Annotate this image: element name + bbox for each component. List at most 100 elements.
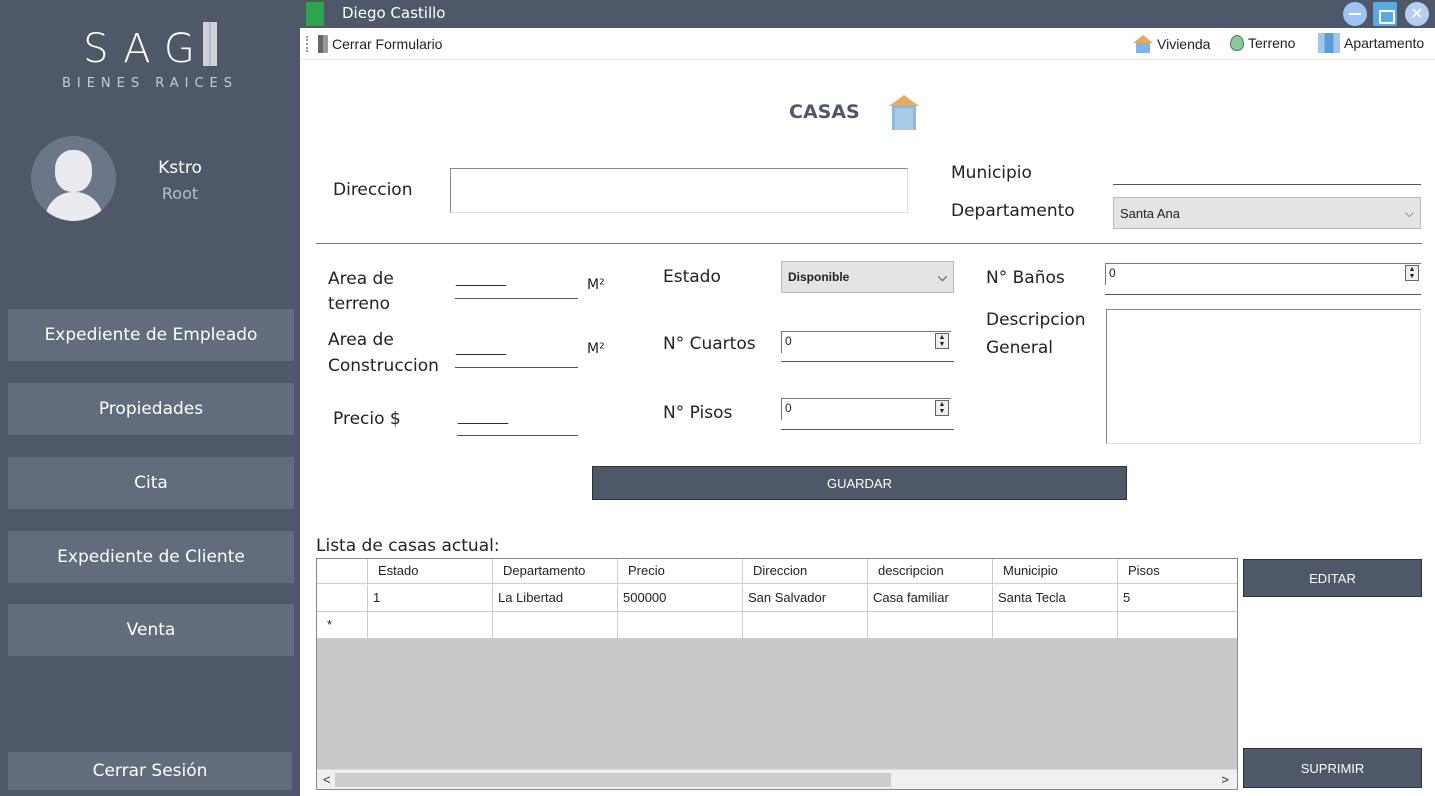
stepper-arrows-icon[interactable]: ▲ ▼ <box>935 400 949 416</box>
departamento-value: Santa Ana <box>1120 205 1180 221</box>
scroll-right-icon[interactable]: > <box>1221 772 1229 787</box>
table-cell[interactable]: 500000 <box>618 585 743 612</box>
app-icon <box>306 2 324 26</box>
column-header[interactable]: Direccion <box>743 559 868 584</box>
terreno-button[interactable]: Terreno <box>1230 35 1295 51</box>
separator <box>316 243 1422 244</box>
departamento-select[interactable]: Santa Ana ⌵ <box>1113 197 1421 229</box>
area-construccion-input[interactable] <box>455 367 578 368</box>
column-header[interactable]: Municipio <box>993 559 1118 584</box>
logo-building-icon <box>202 22 217 66</box>
municipio-input[interactable] <box>1113 184 1421 185</box>
avatar <box>31 136 116 221</box>
building-icon <box>318 35 328 53</box>
precio-input[interactable] <box>457 435 578 436</box>
column-header[interactable]: Departamento <box>493 559 618 584</box>
tree-icon <box>1230 35 1244 51</box>
table-cell[interactable] <box>993 612 1118 639</box>
banos-stepper[interactable]: 0 ▲ ▼ <box>1105 263 1421 285</box>
close-form-button[interactable]: Cerrar Formulario <box>318 35 442 53</box>
chevron-down-icon: ⌵ <box>937 269 947 284</box>
pisos-underline <box>781 429 954 430</box>
area-construccion-label-2: Construccion <box>328 356 439 376</box>
nav-expediente-empleado-button[interactable]: Expediente de Empleado <box>8 309 294 361</box>
descripcion-label-2: General <box>986 338 1053 358</box>
descripcion-textarea[interactable] <box>1106 309 1421 444</box>
logout-button[interactable]: Cerrar Sesión <box>8 752 292 790</box>
table-new-row[interactable]: * <box>317 612 1237 639</box>
area-terreno-unit: M² <box>587 277 605 293</box>
table-cell[interactable] <box>743 612 868 639</box>
table-cell[interactable]: Casa familiar <box>868 585 993 612</box>
nav-venta-button[interactable]: Venta <box>8 604 294 656</box>
pisos-label: N° Pisos <box>663 403 733 423</box>
toolbar: Cerrar Formulario Vivienda Terreno Apart… <box>300 28 1435 60</box>
close-form-label: Cerrar Formulario <box>332 36 443 52</box>
scrollbar-thumb[interactable] <box>335 773 891 787</box>
house-icon <box>1133 35 1153 53</box>
close-icon[interactable]: ✕ <box>1405 2 1429 26</box>
table-cell[interactable] <box>368 612 493 639</box>
column-header[interactable]: Pisos <box>1118 559 1237 584</box>
table-cell[interactable] <box>493 612 618 639</box>
scroll-left-icon[interactable]: < <box>323 772 331 787</box>
table-cell[interactable] <box>618 612 743 639</box>
cuartos-label: N° Cuartos <box>663 334 756 354</box>
estado-value: Disponible <box>788 270 850 284</box>
stepper-arrows-icon[interactable]: ▲ ▼ <box>935 333 949 349</box>
precio-label: Precio $ <box>333 409 401 429</box>
horizontal-scrollbar[interactable]: < > <box>317 769 1237 789</box>
banos-underline <box>1105 294 1421 295</box>
departamento-label: Departamento <box>951 201 1075 221</box>
area-terreno-input[interactable] <box>455 298 578 299</box>
area-construccion-label-1: Area de <box>328 330 394 350</box>
column-header[interactable]: descripcion <box>868 559 993 584</box>
table-cell[interactable] <box>1118 612 1237 639</box>
table-cell[interactable]: La Libertad <box>493 585 618 612</box>
sidebar: SAG BIENES RAICES Kstro Root Expediente … <box>0 0 300 796</box>
apartment-icon <box>1318 33 1340 53</box>
area-construccion-blank: ______ <box>456 339 507 356</box>
suprimir-button[interactable]: SUPRIMIR <box>1243 748 1422 788</box>
chevron-down-icon: ⌵ <box>1404 205 1414 220</box>
estado-select[interactable]: Disponible ⌵ <box>781 261 954 293</box>
user-role: Root <box>161 184 199 203</box>
table-cell[interactable] <box>868 612 993 639</box>
nav-expediente-cliente-button[interactable]: Expediente de Cliente <box>8 531 294 583</box>
table-cell[interactable]: 1 <box>368 585 493 612</box>
table-cell[interactable]: San Salvador <box>743 585 868 612</box>
area-terreno-label-2: terreno <box>328 294 391 314</box>
apartamento-button[interactable]: Apartamento <box>1318 33 1424 53</box>
table-cell[interactable]: Santa Tecla <box>993 585 1118 612</box>
direccion-input[interactable] <box>450 168 908 213</box>
estado-label: Estado <box>663 267 721 287</box>
table-cell[interactable]: 5 <box>1118 585 1237 612</box>
nav-cita-button[interactable]: Cita <box>8 457 294 509</box>
stepper-arrows-icon[interactable]: ▲ ▼ <box>1405 265 1419 281</box>
table-row[interactable]: 1 La Libertad 500000 San Salvador Casa f… <box>317 585 1237 612</box>
minimize-icon[interactable] <box>1343 2 1367 26</box>
logo: SAG <box>0 22 300 72</box>
pisos-stepper[interactable]: 0 ▲ ▼ <box>781 398 951 420</box>
area-construccion-unit: M² <box>587 341 605 357</box>
window-title: Diego Castillo <box>342 4 446 22</box>
editar-button[interactable]: EDITAR <box>1243 559 1422 597</box>
row-header[interactable] <box>317 585 368 612</box>
list-title: Lista de casas actual: <box>316 536 500 556</box>
cuartos-stepper[interactable]: 0 ▲ ▼ <box>781 331 951 353</box>
banos-label: N° Baños <box>986 268 1065 288</box>
cuartos-value: 0 <box>785 334 792 348</box>
guardar-button[interactable]: GUARDAR <box>592 466 1127 500</box>
apartamento-label: Apartamento <box>1344 35 1425 51</box>
vivienda-button[interactable]: Vivienda <box>1133 35 1210 53</box>
maximize-icon[interactable] <box>1373 2 1397 26</box>
column-header[interactable]: Estado <box>368 559 493 584</box>
column-header[interactable]: Precio <box>618 559 743 584</box>
area-terreno-label-1: Area de <box>328 269 394 289</box>
casas-table[interactable]: Estado Departamento Precio Direccion des… <box>316 558 1238 790</box>
precio-blank: ______ <box>458 408 509 425</box>
vivienda-label: Vivienda <box>1157 36 1211 52</box>
nav-propiedades-button[interactable]: Propiedades <box>8 383 294 435</box>
title-bar: Diego Castillo ✕ <box>300 0 1435 28</box>
table-header-row: Estado Departamento Precio Direccion des… <box>317 559 1237 586</box>
